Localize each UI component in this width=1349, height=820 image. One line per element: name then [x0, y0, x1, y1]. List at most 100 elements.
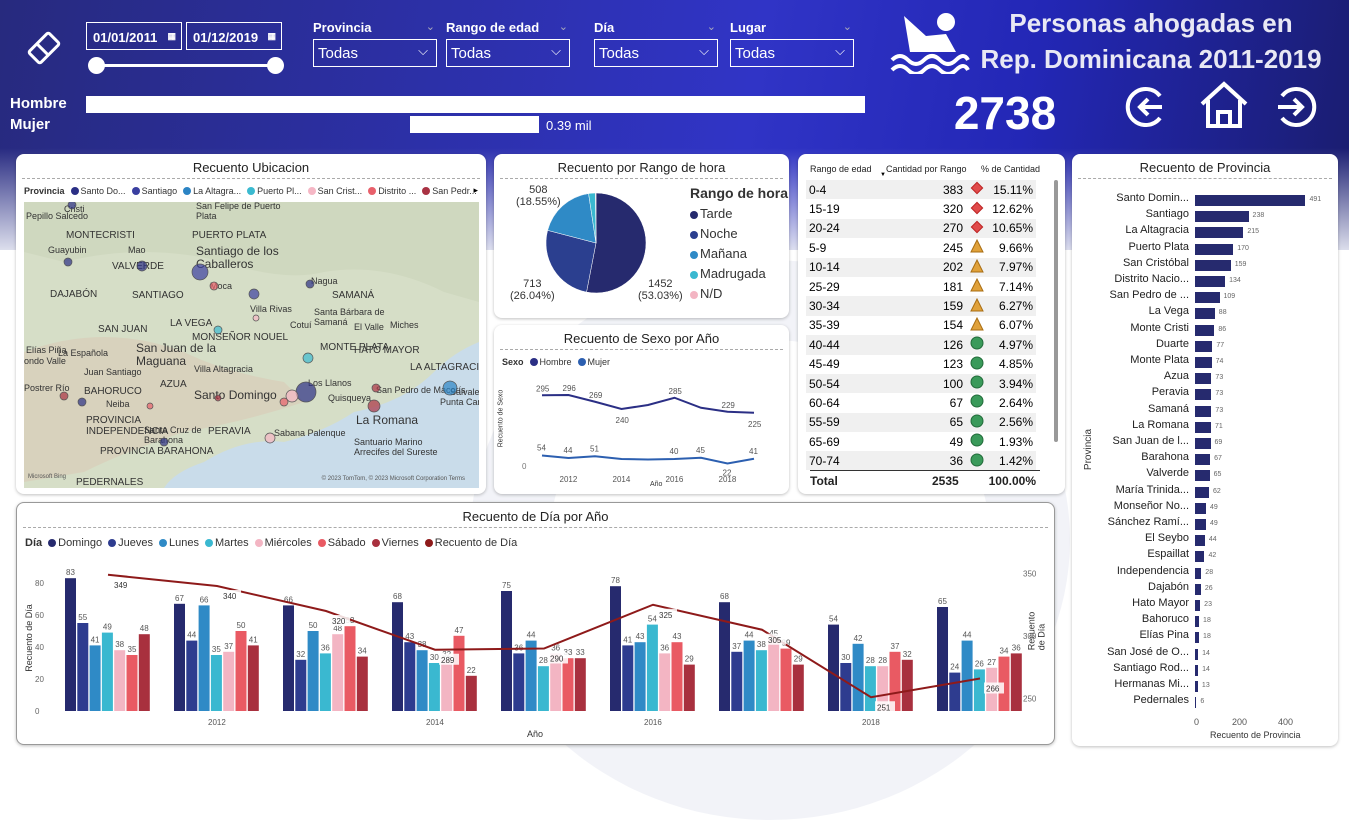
provincia-bar [1195, 664, 1199, 676]
table-row[interactable]: 45-49 123 4.85% [806, 355, 1036, 374]
age-range-cell: 45-49 [809, 357, 840, 372]
dia-legend-text: Martes [215, 537, 249, 549]
table-row[interactable]: 25-29 181 7.14% [806, 277, 1036, 296]
dia-bar [453, 635, 465, 711]
provincia-bar [1195, 276, 1226, 287]
age-range-cell: 50-54 [809, 376, 840, 391]
table-row[interactable]: 70-74 36 1.42% [806, 451, 1036, 470]
date-end-input[interactable]: 01/12/2019 ▦ [186, 22, 282, 50]
pie-title: Recuento por Rango de hora [557, 160, 726, 175]
age-table-header: Rango de edad Cantidad por Rango% de Cant… [810, 164, 1040, 174]
table-row[interactable]: 15-19 320 12.62% [806, 199, 1036, 218]
dia-bar-label: 83 [66, 568, 75, 577]
dia-bar-label: 27 [987, 658, 996, 667]
date-start-input[interactable]: 01/01/2011 ▦ [86, 22, 182, 50]
table-row[interactable]: 35-39 154 6.07% [806, 316, 1036, 335]
dia-bar [513, 653, 525, 711]
table-row[interactable]: 5-9 245 9.66% [806, 238, 1036, 257]
map-legend-next-arrow[interactable]: ▸ [473, 185, 478, 196]
age-count-cell: 320 [942, 202, 963, 217]
sexo-line-chart[interactable]: 295 29626924028522922554 44 51 40 45224102012… [522, 369, 782, 484]
provincia-bar-label: La Altagracia [1125, 224, 1189, 237]
dia-line-label: 290 [550, 655, 564, 664]
age-pct-cell: 6.07% [998, 318, 1033, 333]
dia-xlabel: Año [527, 729, 544, 739]
provincia-bar-label: Pedernales [1133, 694, 1189, 707]
gender-bar-mujer[interactable] [410, 116, 539, 133]
table-row[interactable]: 10-14 202 7.97% [806, 257, 1036, 277]
map-canvas[interactable]: Pepillo Salcedo Cristi MONTECRISTI San Feli… [24, 202, 479, 488]
provincia-bar-value: 23 [1204, 601, 1212, 608]
map-legend-item: San Pedr... [422, 186, 477, 196]
date-slider-handle-end[interactable] [267, 57, 284, 74]
dia-bar [392, 602, 403, 711]
dia-bar [356, 656, 368, 711]
provincia-bar-label: Santiago [1145, 208, 1189, 221]
provincia-bar-label: Monte Cristi [1130, 321, 1189, 334]
green-circle-icon [970, 433, 984, 447]
provincia-bar-value: 73 [1215, 390, 1224, 398]
table-row[interactable]: 60-64 67 2.64% [806, 393, 1036, 412]
dia-bar [1010, 653, 1022, 711]
gender-bar-hombre[interactable] [86, 96, 865, 113]
sexo-ylabel: Recuento de Sexo [497, 389, 505, 448]
provincia-title: Recuento de Provincia [1139, 160, 1271, 175]
date-slider-track[interactable] [96, 64, 276, 67]
map-bubble [214, 394, 222, 402]
dia-legend-text: Jueves [118, 537, 154, 549]
table-row[interactable]: 40-44 126 4.97% [806, 335, 1036, 355]
table-row[interactable]: 55-59 65 2.56% [806, 412, 1036, 433]
slicer-dropdown[interactable]: Todas ⌵ [313, 39, 437, 67]
provincia-bar [1195, 292, 1220, 304]
dia-xtick: 2018 [862, 718, 880, 727]
map-legend-item: Puerto Pl... [247, 186, 302, 196]
calendar-icon[interactable]: ▦ [167, 31, 176, 42]
provincia-bar-label: Hermanas Mi... [1114, 678, 1189, 690]
table-row[interactable]: 30-34 159 6.27% [806, 296, 1036, 316]
legend-dot [183, 187, 192, 195]
calendar-icon[interactable]: ▦ [267, 31, 276, 42]
map-bubble [371, 383, 381, 393]
provincia-bar-chart[interactable]: Santo Domin... 491 Santiago 238 La Altagraci… [1072, 192, 1338, 712]
age-table-body[interactable]: 0-4 383 15.11% 15-19 320 12.62% 20-24 270 10.65%… [806, 180, 1044, 470]
table-row[interactable]: 65-69 49 1.93% [806, 432, 1036, 451]
provincia-bar-label: Valverde [1146, 467, 1189, 480]
slicer-dropdown[interactable]: Todas ⌵ [594, 39, 718, 67]
provincia-bar-label: Santo Domin... [1116, 192, 1189, 204]
sexo-data-label: 45 [696, 446, 705, 455]
dia-bar-label: 41 [91, 635, 100, 644]
chevron-down-icon: ⌵ [835, 43, 845, 58]
forward-icon[interactable] [1272, 82, 1322, 132]
provincia-bar-value: 49 [1210, 503, 1218, 511]
back-icon[interactable] [1120, 82, 1170, 132]
age-count-cell: 67 [949, 395, 963, 410]
provincia-bar [1195, 454, 1211, 466]
sort-arrow-icon[interactable]: ▼ [880, 172, 886, 178]
slicer-dropdown[interactable]: Todas ⌵ [730, 39, 854, 67]
dia-ytick: 60 [35, 611, 44, 620]
provincia-xlabel: Recuento de Provincia [1210, 730, 1301, 740]
gender-label-hombre: Hombre [10, 95, 67, 112]
provincia-bar-label: Samaná [1148, 402, 1189, 415]
dia-bar-label: 54 [648, 615, 657, 624]
age-count-cell: 383 [942, 182, 963, 197]
pie-panel: Recuento por Rango de hora 508 (18.55%) 7… [494, 154, 789, 318]
green-circle-icon [970, 375, 984, 389]
home-icon[interactable] [1198, 80, 1250, 130]
age-range-cell: 35-39 [809, 318, 840, 333]
dia-bar [138, 634, 150, 711]
map-attribution: © 2023 TomTom, © 2023 Microsoft Corporat… [321, 476, 465, 482]
eraser-icon[interactable] [24, 28, 64, 68]
sexo-data-label: 41 [749, 447, 758, 456]
age-table-scrollbar[interactable] [1054, 180, 1058, 442]
table-row[interactable]: 20-24 270 10.65% [806, 218, 1036, 239]
dia-bar [646, 624, 658, 711]
age-count-cell: 100 [942, 376, 963, 391]
table-row[interactable]: 50-54 100 3.94% [806, 373, 1036, 394]
dia-legend-text: Miércoles [264, 537, 312, 549]
table-row[interactable]: 0-4 383 15.11% [806, 180, 1036, 200]
date-slider-handle-start[interactable] [88, 57, 105, 74]
slicer-dropdown[interactable]: Todas ⌵ [446, 39, 570, 67]
dia-legend: Día Domingo Jueves Lunes Martes Miércoles Sába… [25, 537, 517, 549]
dia-combo-chart[interactable]: 0204060802503003508355414938354867446635… [35, 551, 1045, 741]
